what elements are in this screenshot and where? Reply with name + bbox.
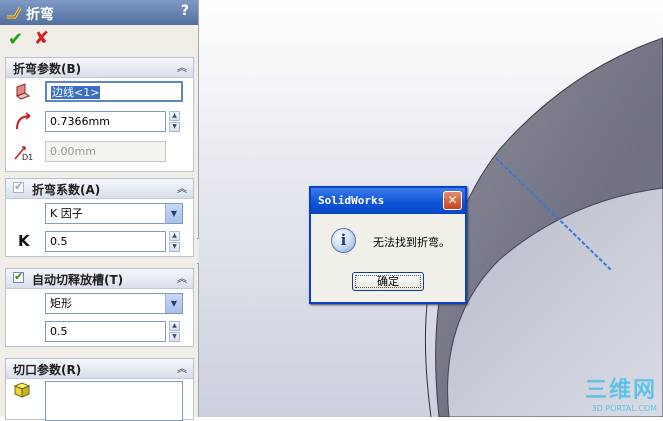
- group-header-bend-parameters[interactable]: 折弯参数(B) ︽: [6, 58, 193, 78]
- cube-icon: [13, 381, 31, 403]
- ok-cancel-bar: ✔ ✘: [0, 25, 198, 53]
- watermark-subtext: 3D PORTAL.COM: [591, 404, 657, 413]
- focus-ring: [355, 275, 421, 288]
- allowance-type-dropdown[interactable]: K 因子 ▼: [45, 203, 183, 224]
- ok-button[interactable]: 确定: [352, 272, 424, 291]
- chevron-down-icon[interactable]: ▼: [165, 294, 182, 313]
- group-header-cut-parameters[interactable]: 切口参数(R) ︽: [6, 359, 193, 379]
- panel-title-bar: 折弯 ?: [0, 0, 198, 25]
- ok-checkmark-button[interactable]: ✔: [8, 29, 23, 50]
- spin-down-icon[interactable]: ▼: [169, 122, 180, 132]
- bend-allowance-checkbox[interactable]: ✔: [13, 180, 24, 193]
- cut-edges-list[interactable]: [45, 381, 183, 421]
- relief-ratio-spinner[interactable]: ▲ ▼: [169, 321, 180, 342]
- collapse-chevron-icon[interactable]: ︽: [177, 59, 187, 74]
- group-title: 折弯参数(B): [13, 62, 82, 76]
- k-factor-spinner[interactable]: ▲ ▼: [169, 231, 180, 252]
- group-title: 自动切释放槽(T): [32, 273, 124, 287]
- bend-radius-spinner[interactable]: ▲ ▼: [169, 111, 180, 132]
- bend-radius-icon: [14, 112, 34, 136]
- information-icon: i: [331, 228, 356, 253]
- dialog-message: 无法找到折弯。: [373, 236, 450, 249]
- spin-up-icon[interactable]: ▲: [169, 231, 180, 241]
- relief-ratio-field[interactable]: 0.5: [45, 321, 166, 342]
- auto-relief-checkbox[interactable]: ✔: [13, 270, 24, 283]
- chevron-down-icon[interactable]: ▼: [165, 204, 182, 223]
- dialog-title: SolidWorks: [318, 194, 385, 207]
- group-bend-parameters: 折弯参数(B) ︽ 边线<1> 0.7366mm ▲ ▼ D1 0.00mm: [5, 57, 194, 172]
- collapse-chevron-icon[interactable]: ︽: [177, 360, 187, 375]
- depth-field: 0.00mm: [45, 141, 166, 162]
- dialog-title-bar[interactable]: SolidWorks ✕: [311, 188, 465, 214]
- group-header-bend-allowance[interactable]: ✔ 折弯系数(A) ︽: [6, 179, 193, 199]
- watermark-text: 三维网: [584, 378, 657, 403]
- spin-up-icon[interactable]: ▲: [169, 321, 180, 331]
- spin-down-icon[interactable]: ▼: [169, 332, 180, 342]
- sheetmetal-bend-icon: [6, 5, 22, 19]
- group-title: 切口参数(R): [13, 363, 82, 377]
- spin-up-icon[interactable]: ▲: [169, 111, 180, 121]
- group-bend-allowance: ✔ 折弯系数(A) ︽ K 因子 ▼ K 0.5 ▲ ▼: [5, 178, 194, 257]
- relief-type-dropdown[interactable]: 矩形 ▼: [45, 293, 183, 314]
- group-auto-relief: ✔ 自动切释放槽(T) ︽ 矩形 ▼ 0.5 ▲ ▼: [5, 268, 194, 347]
- k-factor-field[interactable]: 0.5: [45, 231, 166, 252]
- bend-radius-field[interactable]: 0.7366mm: [45, 111, 166, 132]
- cancel-x-button[interactable]: ✘: [34, 28, 49, 49]
- screen: 折弯 ? ✔ ✘ 折弯参数(B) ︽ 边线<1> 0.7366mm ▲ ▼ D1…: [0, 0, 663, 421]
- collapse-chevron-icon[interactable]: ︽: [177, 270, 187, 285]
- message-dialog: SolidWorks ✕ i 无法找到折弯。 确定: [309, 186, 467, 304]
- help-button[interactable]: ?: [181, 3, 189, 19]
- panel-title: 折弯: [26, 7, 54, 23]
- spin-down-icon[interactable]: ▼: [169, 242, 180, 252]
- close-icon[interactable]: ✕: [443, 191, 462, 210]
- collapse-chevron-icon[interactable]: ︽: [177, 180, 187, 195]
- depth-d1-icon: D1: [13, 143, 35, 165]
- group-cut-parameters: 切口参数(R) ︽: [5, 358, 194, 421]
- fixed-face-icon: [14, 82, 32, 104]
- watermark-logo: 三维网 3D PORTAL.COM: [585, 372, 657, 413]
- group-header-auto-relief[interactable]: ✔ 自动切释放槽(T) ︽: [6, 269, 193, 289]
- k-factor-label: K: [18, 232, 30, 250]
- svg-text:D1: D1: [22, 153, 33, 161]
- property-manager: 折弯 ? ✔ ✘ 折弯参数(B) ︽ 边线<1> 0.7366mm ▲ ▼ D1…: [0, 0, 199, 421]
- group-title: 折弯系数(A): [32, 183, 101, 197]
- edge-selection-field[interactable]: 边线<1>: [45, 81, 183, 102]
